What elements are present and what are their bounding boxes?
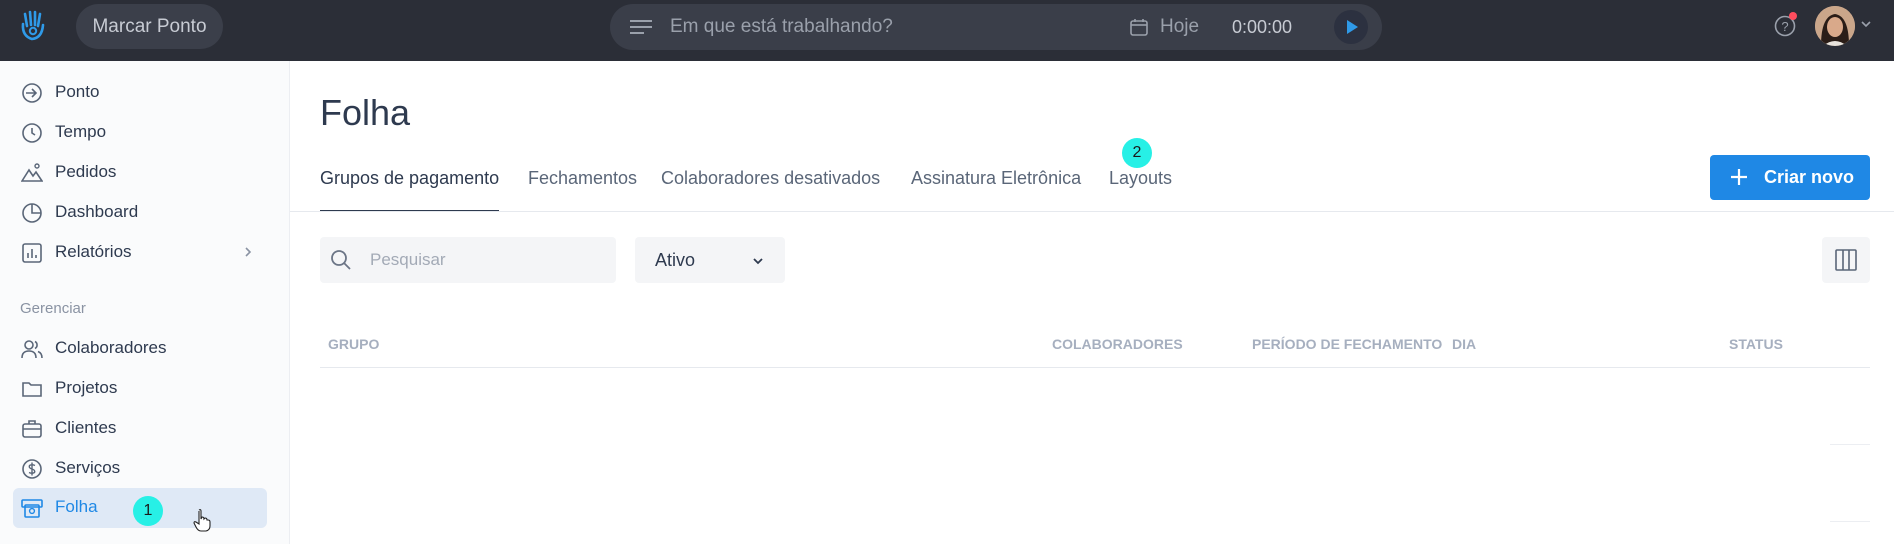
play-button[interactable]	[1334, 10, 1368, 44]
sidebar-item-label: Pedidos	[55, 162, 117, 181]
user-photo-icon	[1815, 6, 1855, 46]
avatar[interactable]	[1815, 6, 1855, 46]
columns-icon	[1835, 249, 1857, 271]
sidebar-item-servicos[interactable]: Serviços	[13, 449, 267, 487]
status-filter-select[interactable]: Ativo	[635, 237, 785, 283]
table-row-divider	[1830, 444, 1870, 445]
step-badge: 2	[1122, 138, 1152, 168]
time-tracker-bar: Em que está trabalhando? Hoje 0:00:00	[610, 4, 1382, 50]
sidebar-item-colaboradores[interactable]: Colaboradores	[13, 329, 267, 367]
sidebar-item-label: Serviços	[55, 458, 121, 477]
plus-icon	[1731, 169, 1747, 185]
create-new-label: Criar novo	[1764, 167, 1855, 187]
mountain-icon	[21, 163, 43, 182]
clock-icon	[22, 123, 42, 143]
sidebar-item-label: Tempo	[55, 122, 107, 141]
tab-assinatura-eletronica[interactable]: Assinatura Eletrônica	[911, 160, 1081, 212]
sidebar-item-dashboard[interactable]: Dashboard	[13, 193, 267, 231]
payroll-icon	[21, 499, 43, 518]
date-picker-button[interactable]: Hoje	[1160, 4, 1199, 50]
sidebar: Ponto Tempo Pedidos Dashboard Relatórios	[0, 61, 290, 544]
sidebar-item-label: Folha	[55, 497, 98, 516]
search-icon	[331, 250, 351, 270]
description-lines-icon	[630, 20, 652, 34]
section-label-gerenciar: Gerenciar	[20, 300, 86, 317]
sidebar-item-label: Clientes	[55, 418, 117, 437]
create-new-button[interactable]: Criar novo	[1710, 155, 1870, 200]
top-bar: Marcar Ponto Em que está trabalhando? Ho…	[0, 0, 1894, 61]
column-header-dia[interactable]: DIA	[1452, 320, 1476, 368]
marcar-ponto-button[interactable]: Marcar Ponto	[76, 4, 223, 49]
bar-chart-icon	[22, 243, 42, 263]
tab-colaboradores-desativados[interactable]: Colaboradores desativados	[661, 160, 880, 212]
sidebar-item-label: Projetos	[55, 378, 118, 397]
columns-toggle-button[interactable]	[1822, 237, 1870, 283]
timer-display: 0:00:00	[1232, 17, 1293, 37]
sidebar-item-pedidos[interactable]: Pedidos	[13, 153, 267, 191]
briefcase-icon	[22, 420, 42, 438]
sidebar-item-label: Relatórios	[55, 242, 132, 261]
tab-fechamentos[interactable]: Fechamentos	[528, 160, 637, 212]
sidebar-item-tempo[interactable]: Tempo	[13, 113, 267, 151]
hand-logo-icon[interactable]	[16, 8, 50, 42]
sidebar-item-ponto[interactable]: Ponto	[13, 73, 267, 111]
column-header-status[interactable]: STATUS	[1729, 320, 1783, 368]
column-header-periodo[interactable]: PERÍODO DE FECHAMENTO	[1252, 320, 1452, 368]
chevron-right-icon	[245, 247, 252, 257]
svg-text:?: ?	[1781, 19, 1788, 34]
calendar-icon[interactable]	[1130, 18, 1148, 36]
sidebar-item-clientes[interactable]: Clientes	[13, 409, 267, 447]
column-header-colaboradores[interactable]: COLABORADORES	[1052, 320, 1183, 368]
task-description-input[interactable]: Em que está trabalhando?	[670, 4, 893, 50]
pie-chart-icon	[22, 203, 42, 223]
chevron-down-icon[interactable]	[1860, 18, 1872, 30]
hand-cursor-icon	[193, 509, 211, 532]
sidebar-item-label: Colaboradores	[55, 338, 167, 357]
table-header: GRUPO COLABORADORES PERÍODO DE FECHAMENT…	[320, 320, 1870, 368]
notification-dot	[1789, 12, 1797, 20]
chevron-down-icon	[753, 258, 763, 265]
table-row-divider	[1830, 521, 1870, 522]
tab-layouts[interactable]: Layouts	[1109, 160, 1172, 212]
search-box	[320, 237, 616, 283]
play-icon	[1347, 20, 1358, 34]
tabs-divider	[290, 211, 1894, 212]
sidebar-item-label: Ponto	[55, 82, 100, 101]
step-badge: 1	[133, 496, 163, 526]
sign-in-icon	[22, 83, 42, 103]
users-icon	[21, 340, 43, 359]
sidebar-item-projetos[interactable]: Projetos	[13, 369, 267, 407]
dollar-circle-icon	[22, 459, 42, 479]
column-header-grupo[interactable]: GRUPO	[328, 320, 379, 368]
tab-grupos-de-pagamento[interactable]: Grupos de pagamento	[320, 160, 500, 212]
sidebar-item-label: Dashboard	[55, 202, 139, 221]
status-filter-value: Ativo	[655, 250, 696, 270]
folder-icon	[22, 382, 42, 397]
page-title: Folha	[320, 92, 411, 133]
sidebar-item-relatorios[interactable]: Relatórios	[13, 233, 267, 271]
search-input[interactable]	[370, 237, 606, 283]
